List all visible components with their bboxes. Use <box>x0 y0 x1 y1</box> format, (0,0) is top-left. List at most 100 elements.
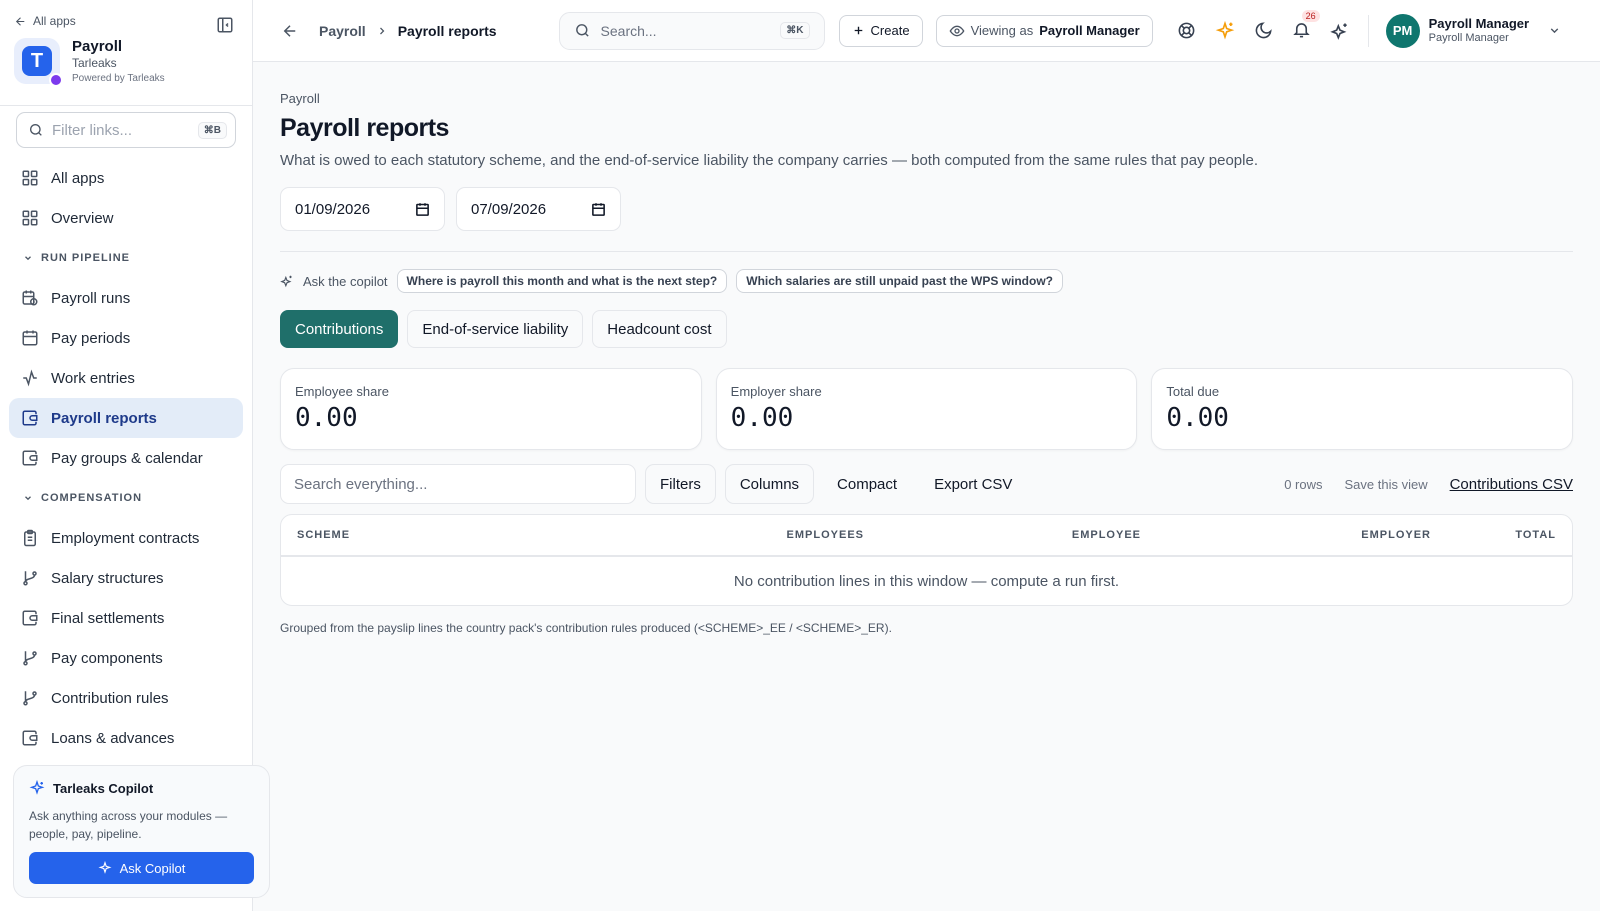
stat-value: 0.00 <box>1166 403 1229 433</box>
divider <box>280 251 1573 252</box>
create-button[interactable]: Create <box>838 14 923 47</box>
filters-button[interactable]: Filters <box>645 464 716 504</box>
section-run-pipeline[interactable]: RUN PIPELINE <box>9 238 243 278</box>
sidebar-item-label: Overview <box>51 209 114 227</box>
stat-card-employee-share: Employee share 0.00 <box>280 368 702 450</box>
sidebar: All apps T Payroll Tarleaks Powered by T… <box>0 0 270 911</box>
copilot-card: Tarleaks Copilot Ask anything across you… <box>13 765 270 898</box>
eye-icon <box>949 25 964 36</box>
column-header-employees[interactable]: EMPLOYEES <box>664 529 864 541</box>
date-from-input[interactable]: 01/09/2026 <box>280 187 445 231</box>
brand-org: Tarleaks <box>72 56 117 70</box>
back-arrow-icon[interactable] <box>281 22 299 40</box>
sidebar-item-label: Payroll reports <box>51 409 157 427</box>
brand-name: Payroll <box>72 38 123 55</box>
column-header-employer[interactable]: EMPLOYER <box>1141 529 1431 541</box>
all-apps-link[interactable]: All apps <box>14 14 236 28</box>
contributions-csv-link[interactable]: Contributions CSV <box>1450 476 1573 493</box>
table-toolbar: Search everything... Filters Columns Com… <box>280 464 1573 504</box>
report-tabs: Contributions End-of-service liability H… <box>280 310 1573 348</box>
sidebar-item-pay-groups[interactable]: Pay groups & calendar <box>9 438 243 478</box>
breadcrumb-payroll[interactable]: Payroll <box>319 23 366 39</box>
sidebar-item-label: Salary structures <box>51 569 164 587</box>
copilot-card-title: Tarleaks Copilot <box>29 780 254 796</box>
sidebar-item-pay-components[interactable]: Pay components <box>9 638 243 678</box>
date-from-value: 01/09/2026 <box>295 200 371 218</box>
sidebar-item-payroll-runs[interactable]: Payroll runs <box>9 278 243 318</box>
sidebar-item-employment-contracts[interactable]: Employment contracts <box>9 518 243 558</box>
calendar-icon <box>592 202 605 216</box>
calendar-clock-icon <box>22 290 38 306</box>
column-header-total[interactable]: TOTAL <box>1431 529 1556 541</box>
column-header-scheme[interactable]: SCHEME <box>297 529 664 541</box>
tab-end-of-service-liability[interactable]: End-of-service liability <box>407 310 584 348</box>
sidebar-collapse-icon[interactable] <box>216 16 234 34</box>
sparkles-icon[interactable] <box>1329 21 1350 41</box>
brand-powered-by: Powered by Tarleaks <box>72 73 165 84</box>
stat-card-employer-share: Employer share 0.00 <box>715 368 1138 450</box>
columns-button[interactable]: Columns <box>724 464 815 504</box>
page-description: What is owed to each statutory scheme, a… <box>280 152 1258 169</box>
plus-icon <box>854 26 862 35</box>
sidebar-item-all-apps[interactable]: All apps <box>9 158 243 198</box>
export-csv-button[interactable]: Export CSV <box>920 464 1026 504</box>
stat-label: Total due <box>1166 384 1220 399</box>
help-lifebuoy-icon[interactable] <box>1177 21 1196 40</box>
sidebar-item-final-settlements[interactable]: Final settlements <box>9 598 243 638</box>
copilot-prompt-chip[interactable]: Which salaries are still unpaid past the… <box>736 269 1063 293</box>
dark-mode-moon-icon[interactable] <box>1254 21 1273 40</box>
sidebar-item-work-entries[interactable]: Work entries <box>9 358 243 398</box>
stat-value: 0.00 <box>295 403 358 433</box>
sidebar-item-pay-periods[interactable]: Pay periods <box>9 318 243 358</box>
global-search-input[interactable]: Search... ⌘K <box>558 11 825 50</box>
activity-icon <box>23 369 37 387</box>
git-branch-icon <box>23 691 37 706</box>
tab-contributions[interactable]: Contributions <box>280 310 399 348</box>
save-view-button[interactable]: Save this view <box>1345 477 1428 492</box>
table-search-input[interactable]: Search everything... <box>280 464 636 504</box>
copilot-card-description: Ask anything across your modules — peopl… <box>29 809 228 841</box>
calendar-icon <box>22 330 38 346</box>
section-compensation[interactable]: COMPENSATION <box>9 478 243 518</box>
sidebar-item-payroll-reports[interactable]: Payroll reports <box>9 398 243 438</box>
calendar-icon <box>416 202 429 216</box>
sidebar-item-label: All apps <box>51 169 105 187</box>
breadcrumb: Payroll Payroll reports <box>319 23 497 39</box>
stat-cards: Employee share 0.00 Employer share 0.00 … <box>280 368 1574 450</box>
topbar-icons: 26 <box>1177 9 1350 42</box>
main: Payroll Payroll reports Search... ⌘K Cre… <box>253 0 1600 911</box>
viewing-as-label: Viewing as <box>970 23 1034 38</box>
section-label: RUN PIPELINE <box>41 252 131 264</box>
chevron-down-icon <box>25 496 31 501</box>
compact-button[interactable]: Compact <box>823 464 911 504</box>
date-to-input[interactable]: 07/09/2026 <box>456 187 621 231</box>
ask-copilot-button[interactable]: Ask Copilot <box>29 852 254 884</box>
sidebar-item-overview[interactable]: Overview <box>9 198 243 238</box>
stat-value: 0.00 <box>730 403 794 433</box>
ai-sparkle-icon[interactable] <box>1215 20 1235 41</box>
bell-icon <box>1292 22 1310 37</box>
brand-logo-letter: T <box>22 46 52 76</box>
table-empty-state: No contribution lines in this window — c… <box>733 572 1120 590</box>
sidebar-item-loans-advances[interactable]: Loans & advances <box>9 718 243 758</box>
sidebar-item-salary-structures[interactable]: Salary structures <box>9 558 243 598</box>
chevron-right-icon <box>379 27 385 34</box>
tab-headcount-cost[interactable]: Headcount cost <box>592 310 727 348</box>
filter-links-input[interactable]: Filter links... ⌘B <box>16 112 236 148</box>
viewing-as-role: Payroll Manager <box>1039 23 1140 38</box>
user-menu[interactable]: PM Payroll Manager Payroll Manager <box>1385 13 1561 48</box>
copilot-prompt-chip[interactable]: Where is payroll this month and what is … <box>396 269 728 293</box>
clipboard-icon <box>24 529 36 547</box>
stat-card-total-due: Total due 0.00 <box>1151 368 1574 450</box>
column-header-employee[interactable]: EMPLOYEE <box>864 529 1141 541</box>
sidebar-item-contribution-rules[interactable]: Contribution rules <box>9 678 243 718</box>
wallet-icon <box>22 450 38 466</box>
copilot-suggestions: Ask the copilot Where is payroll this mo… <box>280 269 1573 293</box>
sidebar-header: All apps T Payroll Tarleaks Powered by T… <box>0 0 252 106</box>
chevron-down-icon <box>1550 28 1559 34</box>
page-content: Payroll Payroll reports What is owed to … <box>253 62 1600 635</box>
viewing-as-button[interactable]: Viewing as Payroll Manager <box>935 14 1153 47</box>
notifications-button[interactable]: 26 <box>1292 9 1320 42</box>
filter-placeholder: Filter links... <box>52 121 133 139</box>
notifications-badge: 26 <box>1301 9 1320 22</box>
